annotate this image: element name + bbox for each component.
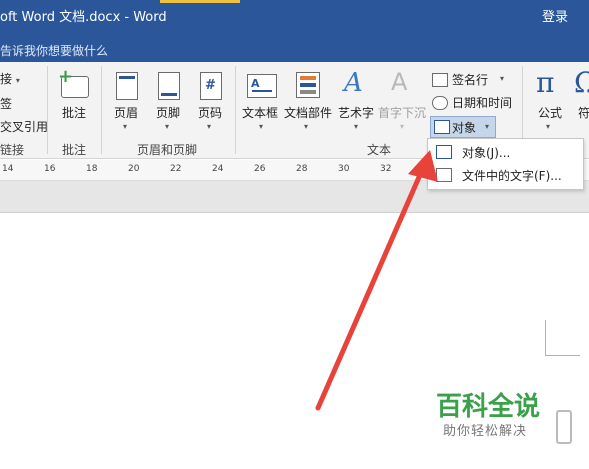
margin-corner-mark: [545, 355, 580, 356]
watermark-subtitle: 助你轻松解决: [443, 424, 528, 439]
watermark-title: 百科全说: [436, 392, 541, 422]
watermark-logo-icon: [556, 410, 572, 444]
margin-corner-mark: [545, 320, 546, 355]
